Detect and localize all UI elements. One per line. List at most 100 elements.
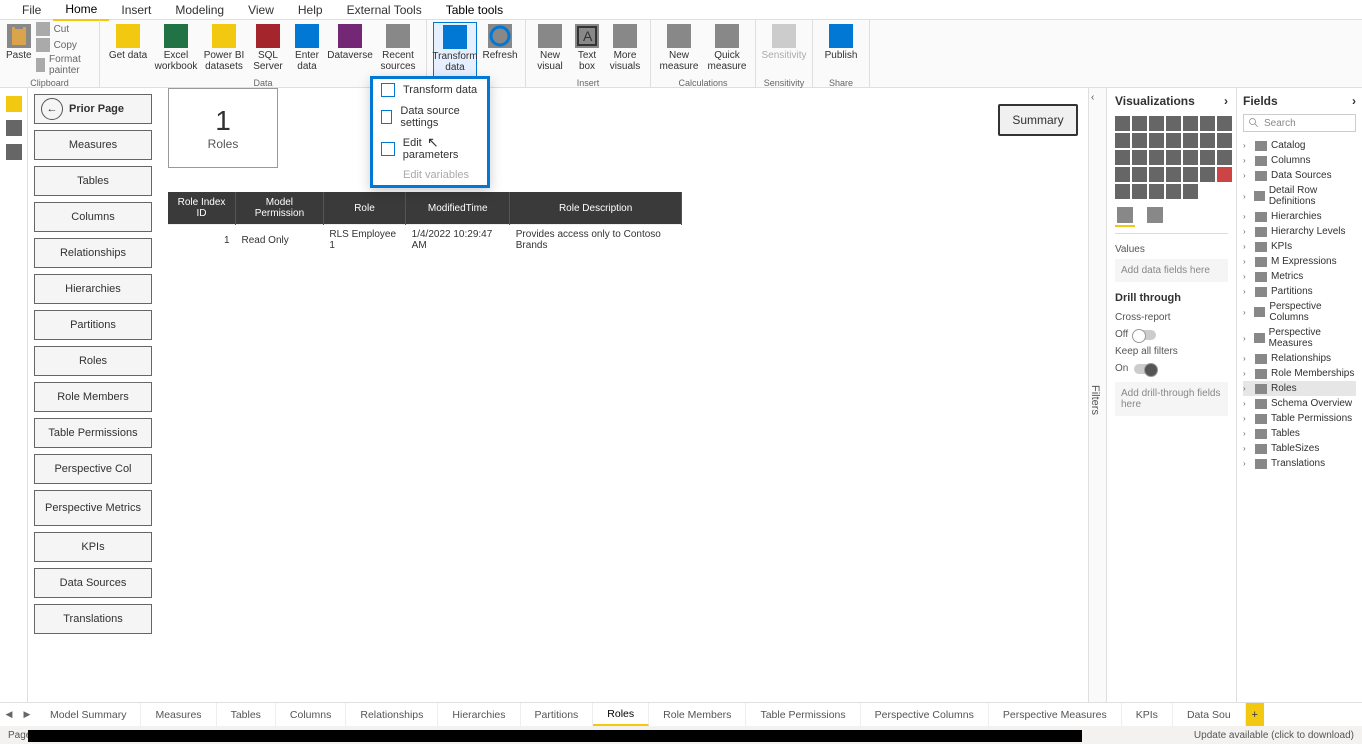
sensitivity-button[interactable]: Sensitivity — [762, 22, 806, 78]
page-tab-columns[interactable]: Columns — [276, 703, 346, 726]
viz-type-icon[interactable] — [1200, 133, 1215, 148]
new-visual-button[interactable]: New visual — [532, 22, 568, 78]
format-painter-button[interactable]: Format painter — [36, 54, 93, 76]
viz-type-icon[interactable] — [1217, 116, 1232, 131]
tab-insert[interactable]: Insert — [109, 0, 163, 20]
summary-button[interactable]: Summary — [998, 104, 1078, 136]
nav-tables[interactable]: Tables — [34, 166, 152, 196]
col-role[interactable]: Role — [323, 192, 405, 225]
update-available-link[interactable]: Update available (click to download) — [1194, 730, 1354, 741]
report-canvas[interactable]: 1 Roles Summary Role Index ID Model Perm… — [158, 88, 1088, 702]
viz-type-icon[interactable] — [1115, 116, 1130, 131]
tabs-scroll-left[interactable]: ◀ — [0, 703, 18, 726]
viz-type-icon[interactable] — [1166, 184, 1181, 199]
model-view-icon[interactable] — [6, 144, 22, 160]
viz-type-icon[interactable] — [1115, 150, 1130, 165]
page-tab-hierarchies[interactable]: Hierarchies — [438, 703, 520, 726]
values-drop-zone[interactable]: Add data fields here — [1115, 259, 1228, 282]
viz-type-icon[interactable] — [1217, 167, 1232, 182]
viz-type-icon[interactable] — [1166, 116, 1181, 131]
field-item-data-sources[interactable]: ›Data Sources — [1243, 168, 1356, 183]
viz-type-icon[interactable] — [1149, 184, 1164, 199]
field-item-m-expressions[interactable]: ›M Expressions — [1243, 254, 1356, 269]
copy-button[interactable]: Copy — [36, 38, 93, 52]
keep-filters-toggle[interactable]: On — [1115, 363, 1228, 374]
field-item-catalog[interactable]: ›Catalog — [1243, 138, 1356, 153]
publish-button[interactable]: Publish — [819, 22, 863, 78]
page-tab-roles[interactable]: Roles — [593, 703, 649, 726]
field-item-kpis[interactable]: ›KPIs — [1243, 239, 1356, 254]
tab-external-tools[interactable]: External Tools — [335, 0, 434, 20]
field-item-roles[interactable]: ›Roles — [1243, 381, 1356, 396]
field-item-schema-overview[interactable]: ›Schema Overview — [1243, 396, 1356, 411]
data-view-icon[interactable] — [6, 120, 22, 136]
tab-modeling[interactable]: Modeling — [163, 0, 236, 20]
roles-table[interactable]: Role Index ID Model Permission Role Modi… — [168, 192, 682, 255]
viz-type-icon[interactable] — [1183, 116, 1198, 131]
field-item-detail-row-definitions[interactable]: ›Detail Row Definitions — [1243, 183, 1356, 209]
viz-type-icon[interactable] — [1132, 184, 1147, 199]
viz-type-icon[interactable] — [1200, 116, 1215, 131]
viz-type-icon[interactable] — [1132, 167, 1147, 182]
nav-data-sources[interactable]: Data Sources — [34, 568, 152, 598]
table-row[interactable]: 1 Read Only RLS Employee 1 1/4/2022 10:2… — [168, 225, 682, 256]
field-item-partitions[interactable]: ›Partitions — [1243, 284, 1356, 299]
page-tab-model-summary[interactable]: Model Summary — [36, 703, 141, 726]
nav-kpis[interactable]: KPIs — [34, 532, 152, 562]
cross-report-toggle[interactable]: Off — [1115, 329, 1228, 340]
tab-file[interactable]: File — [10, 0, 53, 20]
viz-type-icon[interactable] — [1115, 184, 1130, 199]
page-tab-role-members[interactable]: Role Members — [649, 703, 746, 726]
nav-partitions[interactable]: Partitions — [34, 310, 152, 340]
cut-button[interactable]: Cut — [36, 22, 93, 36]
page-tab-partitions[interactable]: Partitions — [521, 703, 594, 726]
roles-count-card[interactable]: 1 Roles — [168, 88, 278, 168]
transform-data-button[interactable]: Transform data — [433, 22, 477, 78]
field-item-hierarchy-levels[interactable]: ›Hierarchy Levels — [1243, 224, 1356, 239]
nav-translations[interactable]: Translations — [34, 604, 152, 634]
viz-type-icon[interactable] — [1149, 116, 1164, 131]
menu-edit-parameters[interactable]: Edit parameters — [373, 133, 487, 165]
viz-type-icon[interactable] — [1200, 150, 1215, 165]
viz-type-icon[interactable] — [1166, 167, 1181, 182]
nav-perspective-col[interactable]: Perspective Col — [34, 454, 152, 484]
col-model-permission[interactable]: Model Permission — [236, 192, 324, 225]
viz-type-icon[interactable] — [1183, 184, 1198, 199]
drill-drop-zone[interactable]: Add drill-through fields here — [1115, 382, 1228, 416]
quick-measure-button[interactable]: Quick measure — [705, 22, 749, 78]
tab-view[interactable]: View — [236, 0, 286, 20]
viz-type-icon[interactable] — [1115, 133, 1130, 148]
viz-type-icon[interactable] — [1200, 167, 1215, 182]
viz-type-icon[interactable] — [1166, 150, 1181, 165]
field-item-table-permissions[interactable]: ›Table Permissions — [1243, 411, 1356, 426]
add-page-button[interactable]: + — [1246, 703, 1264, 726]
viz-type-icon[interactable] — [1115, 167, 1130, 182]
viz-type-icon[interactable] — [1183, 133, 1198, 148]
excel-workbook-button[interactable]: Excel workbook — [154, 22, 198, 78]
page-tab-measures[interactable]: Measures — [141, 703, 216, 726]
viz-type-icon[interactable] — [1166, 133, 1181, 148]
field-item-translations[interactable]: ›Translations — [1243, 456, 1356, 471]
get-data-button[interactable]: Get data — [106, 22, 150, 78]
fields-tab[interactable] — [1115, 207, 1135, 227]
paste-button[interactable]: Paste — [6, 22, 32, 78]
enter-data-button[interactable]: Enter data — [290, 22, 324, 78]
tab-table-tools[interactable]: Table tools — [434, 0, 515, 20]
viz-type-icon[interactable] — [1183, 167, 1198, 182]
chevron-right-icon[interactable]: › — [1352, 94, 1356, 108]
filters-pane-collapsed[interactable]: ‹ Filters — [1088, 88, 1106, 702]
menu-data-source-settings[interactable]: Data source settings — [373, 101, 487, 133]
field-item-hierarchies[interactable]: ›Hierarchies — [1243, 209, 1356, 224]
viz-type-icon[interactable] — [1149, 150, 1164, 165]
text-box-button[interactable]: AText box — [572, 22, 602, 78]
tab-home[interactable]: Home — [53, 0, 109, 21]
page-tab-relationships[interactable]: Relationships — [346, 703, 438, 726]
field-item-columns[interactable]: ›Columns — [1243, 153, 1356, 168]
menu-transform-data[interactable]: Transform data — [373, 79, 487, 101]
viz-type-icon[interactable] — [1183, 150, 1198, 165]
chevron-right-icon[interactable]: › — [1224, 94, 1228, 108]
page-tab-tables[interactable]: Tables — [217, 703, 276, 726]
field-item-perspective-columns[interactable]: ›Perspective Columns — [1243, 299, 1356, 325]
powerbi-datasets-button[interactable]: Power BI datasets — [202, 22, 246, 78]
format-tab[interactable] — [1145, 207, 1165, 227]
